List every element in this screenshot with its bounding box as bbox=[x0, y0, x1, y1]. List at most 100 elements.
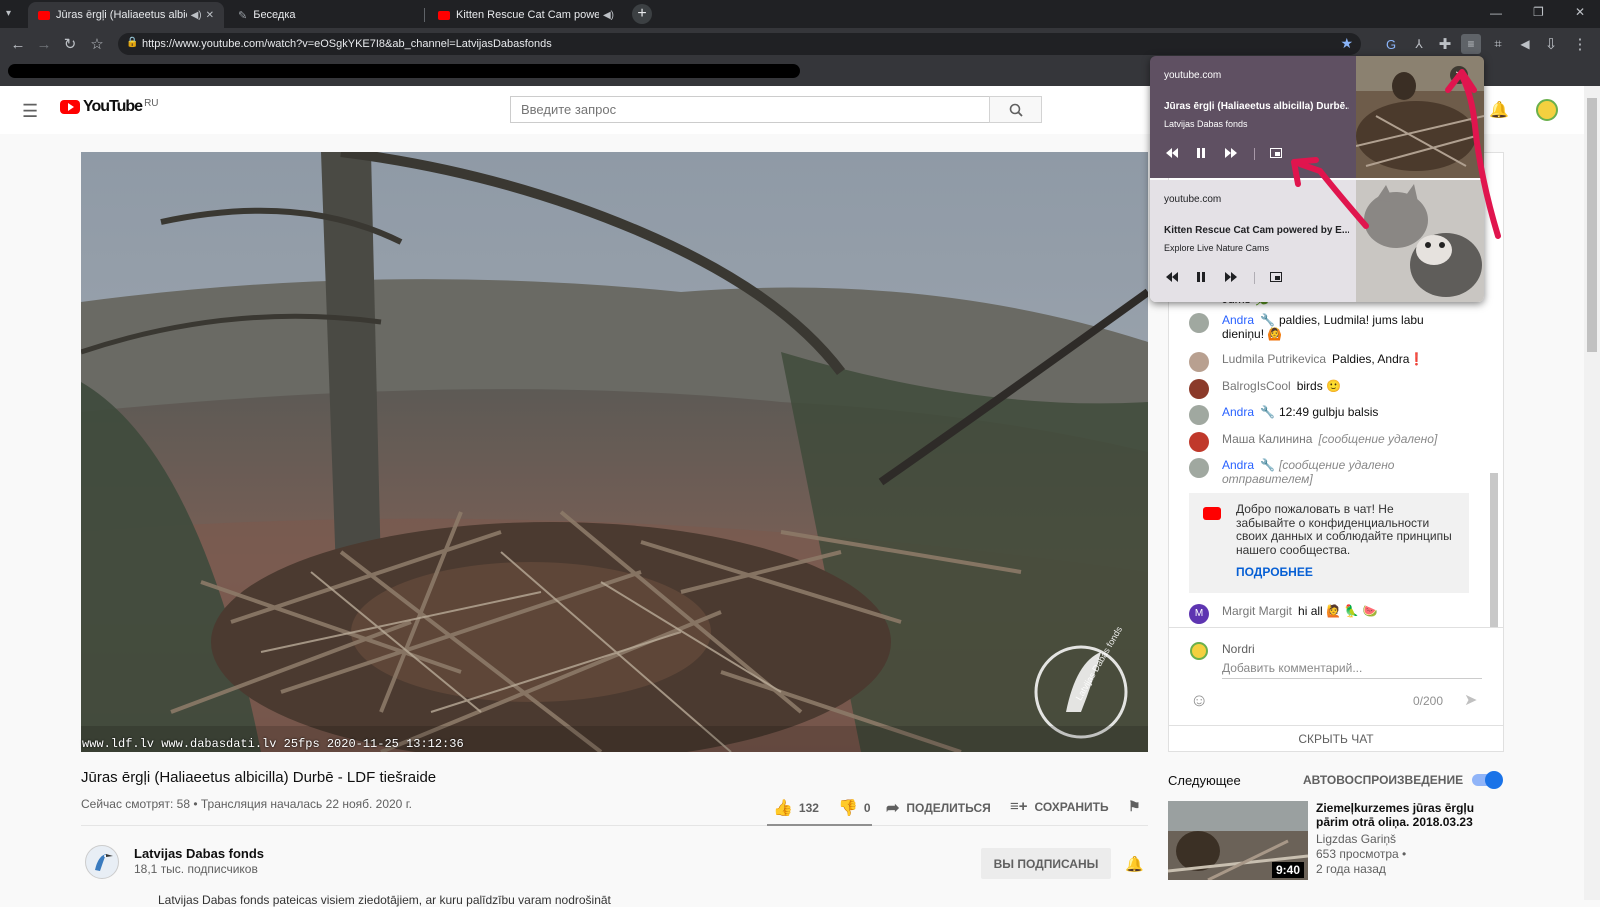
hamburger-menu-icon[interactable]: ☰ bbox=[22, 101, 38, 122]
chat-author[interactable]: Andra bbox=[1222, 458, 1254, 472]
like-button[interactable]: 👍 132 bbox=[773, 798, 819, 818]
chat-avatar[interactable] bbox=[1189, 379, 1209, 399]
media-control-icon[interactable]: ≡ bbox=[1461, 34, 1481, 54]
tab-close-icon[interactable]: ✕ bbox=[206, 10, 214, 21]
address-bar[interactable]: 🔒 https://www.youtube.com/watch?v=eOSgkY… bbox=[118, 33, 1361, 55]
chat-avatar[interactable] bbox=[1189, 313, 1209, 333]
arrow-to-media-button bbox=[1459, 73, 1501, 239]
like-count: 132 bbox=[798, 801, 819, 815]
download-icon[interactable]: ⇩ bbox=[1541, 34, 1561, 54]
video-duration: 9:40 bbox=[1272, 862, 1305, 878]
speaker-icon[interactable]: ◀) bbox=[191, 10, 202, 21]
autoplay-toggle[interactable] bbox=[1472, 771, 1503, 789]
dislike-button[interactable]: 👎 0 bbox=[838, 798, 871, 818]
arrowhead-left bbox=[1291, 157, 1319, 187]
picture-in-picture-icon[interactable] bbox=[1268, 270, 1284, 284]
control-divider bbox=[1254, 272, 1255, 284]
previous-track-icon[interactable] bbox=[1164, 146, 1180, 160]
channel-name[interactable]: Latvijas Dabas fonds bbox=[134, 846, 264, 861]
chat-author[interactable]: Маша Калинина bbox=[1222, 432, 1312, 446]
youtube-logo[interactable]: YouTube RU bbox=[60, 98, 159, 116]
emoji-icon[interactable]: ☺ bbox=[1190, 690, 1208, 711]
crop-icon[interactable]: ⌗ bbox=[1488, 34, 1508, 54]
chat-input[interactable]: Добавить комментарий... bbox=[1222, 661, 1482, 679]
playlist-add-icon: ≡+ bbox=[1010, 798, 1028, 815]
subscribed-button[interactable]: ВЫ ПОДПИСАНЫ bbox=[981, 848, 1111, 879]
autoplay-label: АВТОВОСПРОИЗВЕДЕНИЕ bbox=[1303, 773, 1464, 787]
chat-avatar[interactable] bbox=[1189, 458, 1209, 478]
next-track-icon[interactable] bbox=[1223, 146, 1239, 160]
youtube-icon bbox=[38, 10, 50, 20]
tab-title: Беседка bbox=[253, 9, 296, 21]
bookmark-star-icon[interactable]: ★ bbox=[1340, 35, 1353, 52]
speaker-icon[interactable]: ◀) bbox=[603, 10, 614, 21]
menu-dots-icon[interactable]: ⋮ bbox=[1570, 34, 1590, 54]
tab-title: Jūras ērgļi (Haliaeetus albicilla) D bbox=[56, 9, 187, 21]
video-title: Jūras ērgļi (Haliaeetus albicilla) Durbē… bbox=[81, 769, 437, 786]
chat-avatar[interactable]: M bbox=[1189, 604, 1209, 624]
thumbs-up-icon: 👍 bbox=[773, 800, 793, 817]
arrow-to-pip-button bbox=[1297, 161, 1369, 229]
chat-author[interactable]: Andra bbox=[1222, 405, 1254, 419]
puzzle-icon[interactable]: ✚ bbox=[1435, 34, 1455, 54]
chat-avatar[interactable] bbox=[1189, 432, 1209, 452]
next-video-title[interactable]: Ziemeļkurzemes jūras ērgļu pārim otrā ol… bbox=[1316, 801, 1486, 829]
bookmark-star-outline-icon[interactable]: ☆ bbox=[87, 34, 107, 54]
chat-avatar[interactable] bbox=[1189, 352, 1209, 372]
chat-author[interactable]: Ludmila Putrikevica bbox=[1222, 352, 1326, 366]
new-tab-button[interactable]: + bbox=[632, 4, 652, 24]
youtube-icon bbox=[438, 10, 450, 20]
media-source: youtube.com bbox=[1164, 194, 1222, 205]
forward-icon[interactable]: → bbox=[34, 34, 54, 54]
translate-icon[interactable]: G bbox=[1381, 34, 1401, 54]
send-icon[interactable]: ➤ bbox=[1464, 690, 1477, 710]
wrench-icon: 🔧 bbox=[1260, 458, 1275, 472]
kingfisher-logo-icon bbox=[95, 854, 113, 871]
maximize-icon[interactable]: ❐ bbox=[1533, 5, 1544, 19]
save-button[interactable]: ≡+ СОХРАНИТЬ bbox=[1010, 798, 1109, 815]
close-window-icon[interactable]: ✕ bbox=[1575, 5, 1585, 19]
hide-chat-button[interactable]: СКРЫТЬ ЧАТ bbox=[1168, 725, 1504, 752]
chat-author[interactable]: BalrogIsCool bbox=[1222, 379, 1291, 393]
page-scrollbar-thumb[interactable] bbox=[1587, 98, 1597, 352]
bell-icon[interactable]: 🔔 bbox=[1125, 855, 1144, 873]
chat-message: Ludmila Putrikevica Paldies, Andra❗ bbox=[1189, 352, 1469, 372]
minimize-icon[interactable]: — bbox=[1490, 6, 1502, 20]
reload-icon[interactable]: ↻ bbox=[60, 34, 80, 54]
search-input[interactable] bbox=[510, 96, 990, 123]
pause-icon[interactable] bbox=[1193, 146, 1209, 160]
chat-author[interactable]: Margit Margit bbox=[1222, 604, 1292, 618]
tab-youtube-eagles[interactable]: Jūras ērgļi (Haliaeetus albicilla) D ◀) … bbox=[28, 2, 224, 28]
chat-message: Andra 🔧 paldies, Ludmila! jums labu dieniņ… bbox=[1189, 313, 1469, 341]
mute-icon[interactable]: ◀ bbox=[1515, 34, 1535, 54]
video-player[interactable] bbox=[81, 152, 1148, 752]
flag-icon[interactable]: ⚑ bbox=[1128, 798, 1141, 815]
video-timestamp-overlay: www.ldf.lv www.dabasdati.lv 25fps 2020-1… bbox=[82, 737, 464, 751]
channel-avatar[interactable] bbox=[85, 845, 119, 879]
search-button[interactable] bbox=[989, 96, 1042, 123]
chat-message: Andra 🔧 [сообщение удалено отправителем] bbox=[1189, 458, 1469, 486]
chat-text: birds 🙂 bbox=[1296, 379, 1341, 393]
dislike-count: 0 bbox=[863, 801, 871, 815]
share-button[interactable]: ➦ ПОДЕЛИТЬСЯ bbox=[886, 798, 991, 818]
redaction-mark bbox=[8, 64, 800, 78]
previous-track-icon[interactable] bbox=[1164, 270, 1180, 284]
extension-icon[interactable]: ⅄ bbox=[1409, 34, 1429, 54]
back-icon[interactable]: ← bbox=[8, 34, 28, 54]
video-description: Latvijas Dabas fonds pateicas visiem zie… bbox=[158, 893, 611, 907]
pause-icon[interactable] bbox=[1193, 270, 1209, 284]
chat-author[interactable]: Andra bbox=[1222, 313, 1254, 327]
chat-avatar[interactable] bbox=[1189, 405, 1209, 425]
tab-search-icon[interactable]: ▾ bbox=[6, 8, 11, 19]
learn-more-link[interactable]: ПОДРОБНЕЕ bbox=[1236, 565, 1313, 579]
user-chat-avatar bbox=[1190, 642, 1208, 660]
tab-kitten-cam[interactable]: Kitten Rescue Cat Cam powered ◀) bbox=[428, 2, 624, 28]
welcome-text: Добро пожаловать в чат! Не забывайте о к… bbox=[1236, 502, 1452, 557]
next-track-icon[interactable] bbox=[1223, 270, 1239, 284]
tab-besedka[interactable]: ✎ Беседка bbox=[228, 2, 424, 28]
share-arrow-icon: ➦ bbox=[886, 800, 900, 817]
chat-text: 12:49 gulbju balsis bbox=[1278, 405, 1379, 419]
user-avatar[interactable] bbox=[1536, 99, 1558, 121]
sentiment-bar bbox=[767, 824, 872, 826]
chat-scrollbar[interactable] bbox=[1490, 473, 1498, 628]
